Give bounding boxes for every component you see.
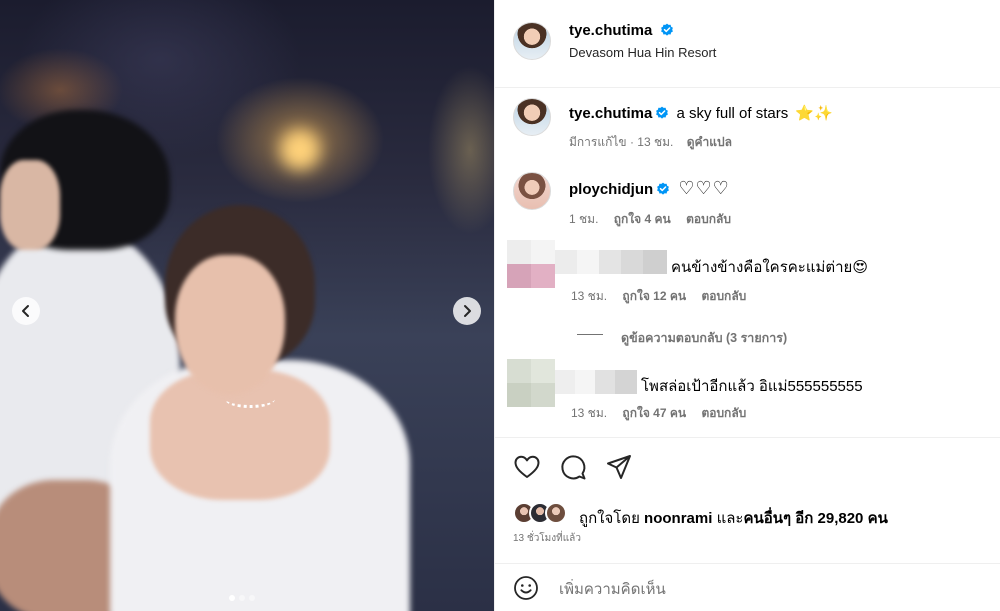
post-timestamp[interactable]: 13 ชั่วโมงที่แล้ว [513,531,581,546]
likes-others-link[interactable]: คนอื่นๆ อีก 29,820 คน [743,510,887,527]
comment-likes[interactable]: ถูกใจ 12 คน [622,289,686,303]
comment-meta: 1 ชม. ถูกใจ 4 คน ตอบกลับ [569,210,731,229]
carousel-dot [249,595,255,601]
post-photo[interactable] [0,0,494,611]
chevron-left-icon [22,305,29,317]
likes-prefix: ถูกใจโดย [579,510,640,527]
chevron-right-icon [464,305,471,317]
caption-emoji: ⭐✨ [795,105,833,122]
carousel-dot [239,595,245,601]
carousel-prev-button[interactable] [12,297,40,325]
caption-author-username[interactable]: tye.chutima [569,105,652,122]
likes-user-link[interactable]: noonrami [644,510,712,527]
comment-meta: 13 ชม. ถูกใจ 47 คน ตอบกลับ [571,404,746,423]
comment-icon[interactable] [559,453,587,481]
verified-badge-icon [656,106,669,119]
carousel-next-button[interactable] [453,297,481,325]
author-avatar[interactable] [513,22,551,60]
post-side-panel: tye.chutima Devasom Hua Hin Resort tye.c… [494,0,1000,611]
comment-input[interactable] [559,579,959,599]
caption-meta: มีการแก้ไข · 13 ชม. ดูคำแปล [569,133,732,152]
share-icon[interactable] [605,453,633,481]
comment-likes[interactable]: ถูกใจ 4 คน [614,212,671,226]
post-header: tye.chutima Devasom Hua Hin Resort [495,0,1000,88]
comment-reply-button[interactable]: ตอบกลับ [701,406,746,420]
caption-time[interactable]: 13 ชม. [637,135,673,149]
meta-separator: · [629,135,634,149]
author-line: tye.chutima [569,22,674,40]
comment-time[interactable]: 13 ชม. [571,406,607,420]
caption-text: a sky full of stars [676,105,789,122]
liker-avatar [545,502,567,524]
liker-avatars[interactable] [513,502,575,526]
comment-avatar-pixelated[interactable] [507,240,555,288]
photo-necklace [225,390,275,408]
comment-text: คนข้างข้างคือใครคะแม่ต่าย😍 [671,259,868,276]
likes-summary: ถูกใจโดย noonrami และคนอื่นๆ อีก 29,820 … [579,506,888,530]
comment-username-pixelated[interactable] [555,370,637,394]
comment-avatar-pixelated[interactable] [507,359,555,407]
caption-edited-label: มีการแก้ไข [569,135,627,149]
photo-light-glow [280,130,320,170]
view-replies-button[interactable]: ดูข้อความตอบกลับ (3 รายการ) [621,328,787,348]
comment-reply-button[interactable]: ตอบกลับ [686,212,731,226]
caption: tye.chutima a sky full of stars ⭐✨ [569,104,833,122]
emoji-icon[interactable] [513,575,539,601]
comment-reply-button[interactable]: ตอบกลับ [701,289,746,303]
post-location[interactable]: Devasom Hua Hin Resort [569,45,716,60]
post-actions-divider [495,437,1000,438]
caption-author-avatar[interactable] [513,98,551,136]
comment-text: ♡♡♡ [678,178,730,198]
heart-icon[interactable] [513,453,541,481]
comment-text: โพสล่อเป้าอีกแล้ว อิแม่555555555 [641,378,863,395]
add-comment-bar [495,563,1000,611]
comment-likes[interactable]: ถูกใจ 47 คน [622,406,686,420]
carousel-indicator [229,595,255,601]
comment-meta: 13 ชม. ถูกใจ 12 คน ตอบกลับ [571,287,746,306]
comment-time[interactable]: 13 ชม. [571,289,607,303]
author-username[interactable]: tye.chutima [569,22,652,39]
view-replies-line [577,334,603,335]
verified-badge-icon [657,182,670,195]
photo-subject-man-face [0,160,60,250]
likes-conjunction: และ [716,510,744,527]
comment-time[interactable]: 1 ชม. [569,212,598,226]
comment-avatar[interactable] [513,172,551,210]
comment-username[interactable]: ploychidjun [569,181,653,198]
see-translation-link[interactable]: ดูคำแปล [687,135,732,149]
photo-subject-woman-face [175,255,285,395]
comment-username-pixelated[interactable] [555,250,667,274]
carousel-dot [229,595,235,601]
comment-body: ploychidjun ♡♡♡ [569,178,730,199]
verified-badge-icon [660,23,673,36]
